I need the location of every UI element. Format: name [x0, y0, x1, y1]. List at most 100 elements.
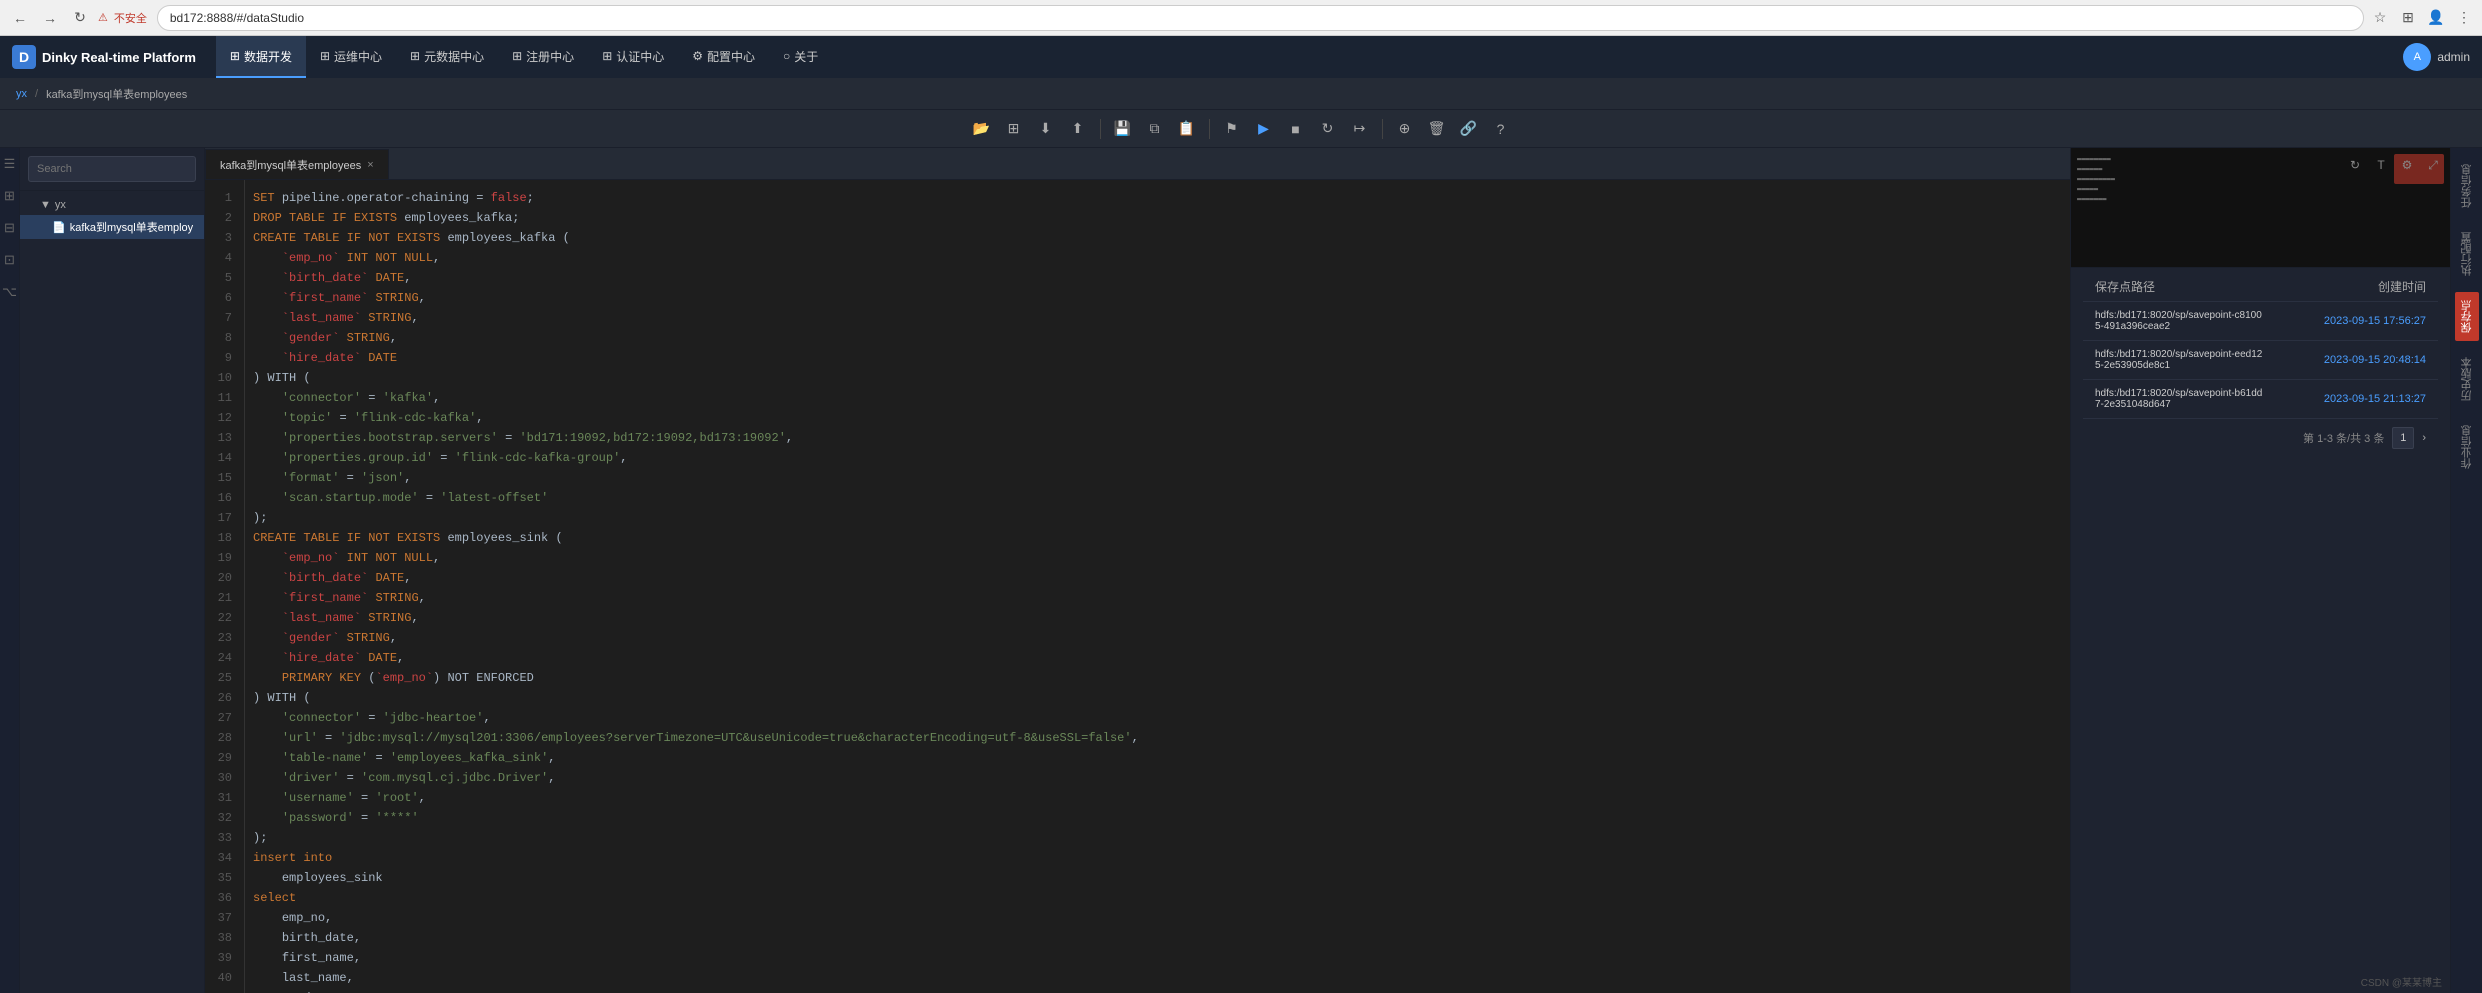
copy-button[interactable]: ⧉: [1141, 115, 1169, 143]
right-panel-preview: ▬▬▬▬▬▬▬▬ ▬▬▬▬▬▬ ▬▬▬▬▬▬▬▬▬ ▬▬▬▬▬ ▬▬▬▬▬▬▬ …: [2071, 148, 2450, 268]
savepoint-section: 保存点路径 创建时间 hdfs:/bd171:8020/sp/savepoint…: [2071, 268, 2450, 457]
far-right-bar: 任务信息 执行配置 保存点 历史版本 作业信息: [2450, 148, 2482, 993]
link-button[interactable]: 🔗: [1455, 115, 1483, 143]
mini-preview-lines: ▬▬▬▬▬▬▬▬ ▬▬▬▬▬▬ ▬▬▬▬▬▬▬▬▬ ▬▬▬▬▬ ▬▬▬▬▬▬▬: [2077, 154, 2115, 204]
nav-register-icon: ⊞: [512, 49, 522, 63]
left-sidebar: ▼ yx 📄 kafka到mysql单表employ: [20, 148, 205, 993]
back-button[interactable]: ←: [8, 6, 32, 30]
far-left-structure-icon[interactable]: ⊞: [2, 188, 18, 204]
savepoint-time-1: 2023-09-15 17:56:27: [2266, 315, 2426, 327]
paste-button[interactable]: 📋: [1173, 115, 1201, 143]
debug-button[interactable]: ↻: [1314, 115, 1342, 143]
nav-ops-label: 运维中心: [334, 48, 382, 65]
profile-icon[interactable]: 👤: [2426, 8, 2446, 28]
savepoint-row-2[interactable]: hdfs:/bd171:8020/sp/savepoint-eed125-2e5…: [2083, 341, 2438, 380]
nav-ops[interactable]: ⊞ 运维中心: [306, 36, 396, 78]
right-panel-controls: ↻ T ⚙ ⤢: [2344, 154, 2444, 176]
nav-config-label: 配置中心: [707, 48, 755, 65]
help-button[interactable]: ?: [1487, 115, 1515, 143]
nav-register-label: 注册中心: [526, 48, 574, 65]
savepoint-row-1[interactable]: hdfs:/bd171:8020/sp/savepoint-c81005-491…: [2083, 302, 2438, 341]
settings-panel-button[interactable]: ⚙: [2396, 154, 2418, 176]
refresh-button[interactable]: ↻: [68, 6, 92, 30]
nav-meta[interactable]: ⊞ 元数据中心: [396, 36, 498, 78]
new-file-button[interactable]: ⊞: [1000, 115, 1028, 143]
nav-about-label: 关于: [794, 48, 818, 65]
text-panel-button[interactable]: T: [2370, 154, 2392, 176]
editor-tab-label: kafka到mysql单表employees: [220, 157, 361, 173]
toolbar-sep2: [1209, 119, 1210, 139]
refresh-panel-button[interactable]: ↻: [2344, 154, 2366, 176]
app-title: Dinky Real-time Platform: [42, 50, 196, 65]
delete-button[interactable]: 🗑: [1423, 115, 1451, 143]
app-logo: D Dinky Real-time Platform: [12, 45, 196, 69]
upload-button[interactable]: ⬆: [1064, 115, 1092, 143]
nav-about-icon: ○: [783, 49, 790, 63]
far-left-git-icon[interactable]: ⌥: [2, 284, 18, 300]
tree-folder-icon: ▼: [40, 199, 51, 211]
savepoint-path-1: hdfs:/bd171:8020/sp/savepoint-c81005-491…: [2095, 310, 2266, 332]
code-content[interactable]: 12345 678910 1112131415 1617181920 21222…: [205, 180, 2070, 993]
star-icon[interactable]: ☆: [2370, 8, 2390, 28]
nav-ops-icon: ⊞: [320, 49, 330, 63]
submit-button[interactable]: ↦: [1346, 115, 1374, 143]
nav-data-dev-label: 数据开发: [244, 48, 292, 65]
breadcrumb-current: kafka到mysql单表employees: [46, 86, 187, 102]
nav-meta-label: 元数据中心: [424, 48, 484, 65]
savepoint-pagination-text: 第 1-3 条/共 3 条: [2303, 430, 2384, 446]
admin-badge[interactable]: A admin: [2403, 43, 2470, 71]
far-left-search-icon[interactable]: ⊡: [2, 252, 18, 268]
tree-item-job[interactable]: 📄 kafka到mysql单表employ: [20, 215, 204, 239]
download-button[interactable]: ⬇: [1032, 115, 1060, 143]
editor-tab-active[interactable]: kafka到mysql单表employees ×: [205, 149, 389, 179]
far-right-exec-config[interactable]: 执行配置: [2455, 224, 2479, 284]
search-input[interactable]: [28, 156, 196, 182]
savepoint-time-2: 2023-09-15 20:48:14: [2266, 354, 2426, 366]
forward-button[interactable]: →: [38, 6, 62, 30]
save-button[interactable]: 💾: [1109, 115, 1137, 143]
watermark: CSDN @某某博主: [2361, 974, 2442, 989]
tab-close-icon[interactable]: ×: [367, 159, 373, 171]
browser-bar: ← → ↻ ⚠ 不安全 ☆ ⊞ 👤 ⋮: [0, 0, 2482, 36]
pagination-page-1[interactable]: 1: [2392, 427, 2414, 449]
security-warning: ⚠: [98, 11, 108, 24]
open-folder-button[interactable]: 📂: [968, 115, 996, 143]
expand-panel-button[interactable]: ⤢: [2422, 154, 2444, 176]
far-right-task-info[interactable]: 任务信息: [2455, 156, 2479, 216]
sidebar-search-container: [20, 148, 204, 191]
savepoint-time-3: 2023-09-15 21:13:27: [2266, 393, 2426, 405]
address-bar[interactable]: [157, 5, 2364, 31]
savepoint-col-time: 创建时间: [2266, 278, 2426, 295]
far-right-job-info[interactable]: 作业信息: [2455, 417, 2479, 477]
logo-icon: D: [12, 45, 36, 69]
nav-about[interactable]: ○ 关于: [769, 36, 832, 78]
nav-data-dev[interactable]: ⊞ 数据开发: [216, 36, 306, 78]
pagination-arrow[interactable]: ›: [2422, 432, 2426, 444]
run-button[interactable]: ▶: [1250, 115, 1278, 143]
menu-icon[interactable]: ⋮: [2454, 8, 2474, 28]
breadcrumb-sep1: /: [35, 88, 38, 100]
admin-name: admin: [2437, 50, 2470, 64]
far-right-savepoint[interactable]: 保存点: [2455, 292, 2479, 341]
flag-button[interactable]: ⚑: [1218, 115, 1246, 143]
extensions-icon[interactable]: ⊞: [2398, 8, 2418, 28]
far-left-menu-icon[interactable]: ☰: [2, 156, 18, 172]
duplicate-button[interactable]: ⊕: [1391, 115, 1419, 143]
far-left-table-icon[interactable]: ⊟: [2, 220, 18, 236]
stop-button[interactable]: ■: [1282, 115, 1310, 143]
savepoint-path-2: hdfs:/bd171:8020/sp/savepoint-eed125-2e5…: [2095, 349, 2266, 371]
nav-register[interactable]: ⊞ 注册中心: [498, 36, 588, 78]
code-editor[interactable]: SET pipeline.operator-chaining = false; …: [245, 180, 2070, 993]
breadcrumb-yx[interactable]: yx: [16, 88, 27, 100]
nav-config[interactable]: ⚙ 配置中心: [678, 36, 769, 78]
savepoint-pagination: 第 1-3 条/共 3 条 1 ›: [2083, 419, 2438, 457]
nav-meta-icon: ⊞: [410, 49, 420, 63]
savepoint-row-3[interactable]: hdfs:/bd171:8020/sp/savepoint-b61dd7-2e3…: [2083, 380, 2438, 419]
toolbar: 📂 ⊞ ⬇ ⬆ 💾 ⧉ 📋 ⚑ ▶ ■ ↻ ↦ ⊕ 🗑 🔗 ?: [0, 110, 2482, 148]
nav-auth[interactable]: ⊞ 认证中心: [588, 36, 678, 78]
app-header: D Dinky Real-time Platform ⊞ 数据开发 ⊞ 运维中心…: [0, 36, 2482, 78]
nav-right: A admin: [2403, 43, 2470, 71]
tree-item-root[interactable]: ▼ yx: [20, 195, 204, 215]
far-right-history[interactable]: 历史版本: [2455, 349, 2479, 409]
sidebar-tree: ▼ yx 📄 kafka到mysql单表employ: [20, 191, 204, 993]
